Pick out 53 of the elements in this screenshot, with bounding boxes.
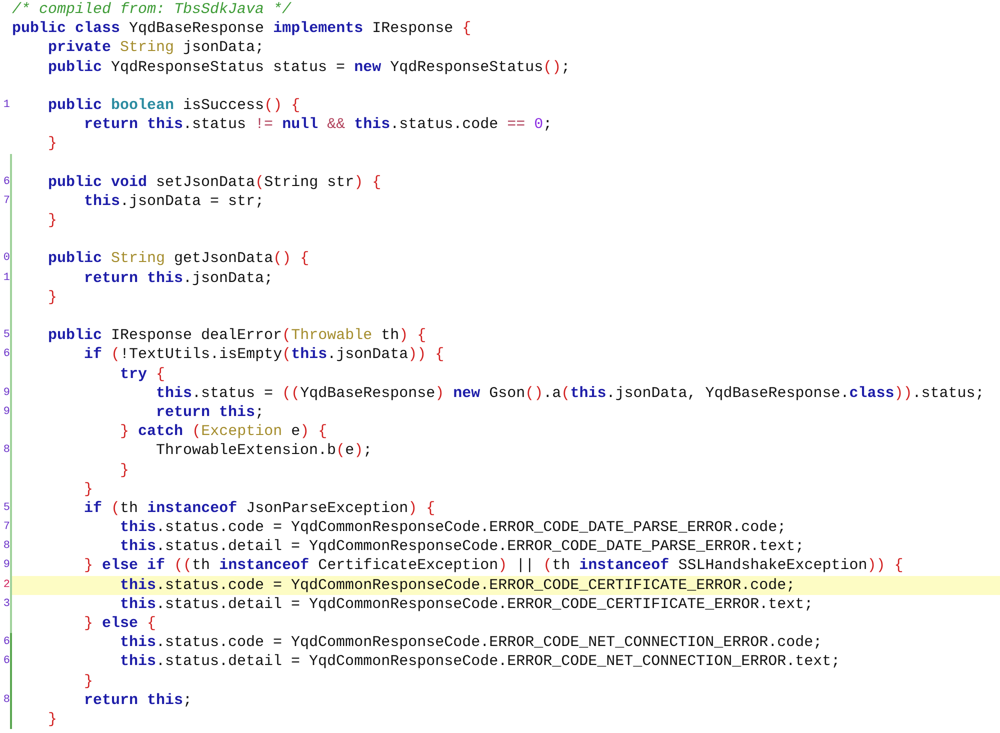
line-number: 3: [3, 596, 10, 612]
code-line: } else {: [83, 614, 156, 634]
line-number: 6: [3, 174, 10, 190]
line-number: 8: [3, 692, 10, 708]
code-line: ThrowableExtension.b(e);: [155, 441, 372, 461]
line-number: 5: [3, 500, 10, 516]
line-number: 9: [3, 386, 10, 401]
code-line: public IResponse dealError(Throwable th) {: [47, 326, 426, 346]
code-line: this.jsonData = str;: [83, 192, 264, 212]
line-number: 0: [3, 251, 10, 266]
code-line: }: [47, 134, 58, 154]
line-number: 8: [3, 539, 10, 554]
code-line: try {: [119, 364, 166, 384]
code-line: }: [119, 460, 130, 480]
code-line: } else if ((th instanceof CertificateException) || (th instanceof SSLHandshakeException)) {: [83, 556, 904, 576]
code-line: this.status = ((YqdBaseResponse) new Gson().a(this.jsonData, YqdBaseResponse.class)).status;: [155, 384, 984, 403]
line-number: 2: [3, 578, 10, 593]
code-line: this.status.code = YqdCommonResponseCode.ERROR_CODE_DATE_PARSE_ERROR.code;: [119, 518, 786, 538]
line-number: 8: [3, 443, 10, 458]
line-number: 9: [3, 404, 10, 420]
code-line: private String jsonData;: [47, 38, 264, 58]
line-number: 7: [3, 520, 10, 536]
code-line: public boolean isSuccess() {: [47, 96, 300, 116]
code-line: }: [47, 710, 58, 730]
code-line: this.status.code = YqdCommonResponseCode.ERROR_CODE_CERTIFICATE_ERROR.code;: [119, 576, 796, 595]
code-line: public YqdResponseStatus status = new YqdResponseStatus();: [47, 58, 570, 77]
line-number: 5: [3, 328, 10, 344]
code-line: this.status.detail = YqdCommonResponseCode.ERROR_CODE_NET_CONNECTION_ERROR.text;: [119, 652, 840, 672]
line-number: 1: [3, 98, 10, 113]
code-line: if (th instanceof JsonParseException) {: [83, 498, 436, 518]
code-line: }: [83, 480, 94, 499]
code-line: this.status.detail = YqdCommonResponseCode.ERROR_CODE_DATE_PARSE_ERROR.text;: [119, 537, 804, 556]
code-line: }: [47, 211, 58, 230]
line-number: 9: [3, 558, 10, 574]
code-line: /* compiled from: TbsSdkJava */: [12, 0, 292, 20]
code-line: return this;: [155, 402, 264, 422]
code-line: this.status.detail = YqdCommonResponseCode.ERROR_CODE_CERTIFICATE_ERROR.text;: [119, 594, 814, 614]
line-number: 7: [3, 194, 10, 209]
code-line: return this;: [83, 690, 192, 710]
code-line: public void setJsonData(String str) {: [47, 172, 382, 192]
code-line: public class YqdBaseResponse implements IResponse {: [12, 19, 472, 38]
code-line: return this.jsonData;: [83, 268, 274, 288]
code-line: }: [83, 672, 94, 691]
code-line: this.status.code = YqdCommonResponseCode.ERROR_CODE_NET_CONNECTION_ERROR.code;: [119, 633, 822, 652]
code-line: }: [47, 288, 58, 308]
code-line: return this.status != null && this.status.code == 0;: [83, 115, 552, 134]
line-number: 6: [3, 635, 10, 650]
code-line: public String getJsonData() {: [47, 249, 310, 269]
line-number: 6: [3, 347, 10, 362]
line-number: 1: [3, 270, 10, 286]
line-number: 6: [3, 654, 10, 670]
code-line: } catch (Exception e) {: [119, 422, 328, 442]
code-line: if (!TextUtils.isEmpty(this.jsonData)) {: [83, 345, 444, 365]
